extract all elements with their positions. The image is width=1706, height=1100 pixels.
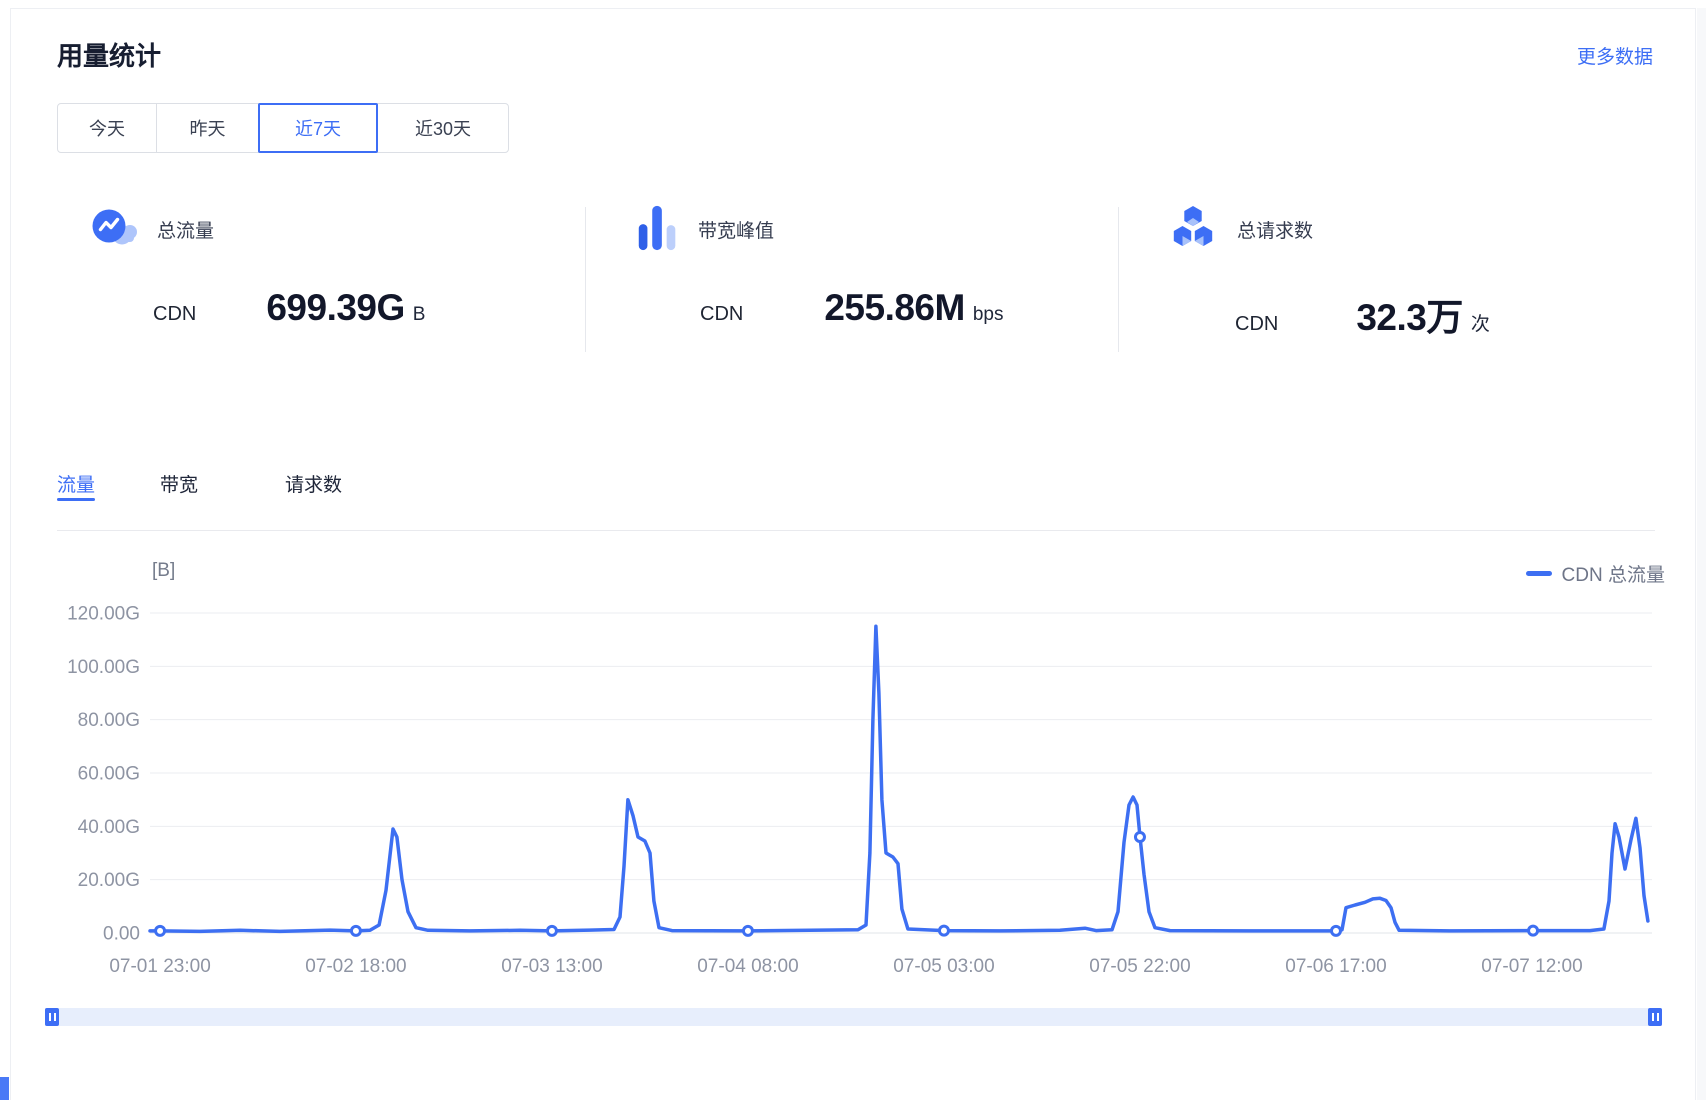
svg-text:07-02 18:00: 07-02 18:00	[305, 956, 406, 977]
svg-text:120.00G: 120.00G	[67, 604, 140, 625]
svg-text:0.00: 0.00	[103, 924, 140, 945]
usage-statistics-panel: 用量统计 更多数据 今天 昨天 近7天 近30天 总流量 CDN 699.39G	[0, 0, 1706, 1100]
handle-grip-icon	[49, 1013, 51, 1021]
svg-text:07-01 23:00: 07-01 23:00	[109, 956, 210, 977]
svg-text:40.00G: 40.00G	[78, 817, 140, 838]
handle-grip-icon	[54, 1013, 56, 1021]
svg-text:07-04 08:00: 07-04 08:00	[697, 956, 798, 977]
datazoom-slider[interactable]	[45, 1008, 1662, 1026]
svg-text:60.00G: 60.00G	[78, 764, 140, 785]
handle-grip-icon	[1652, 1013, 1654, 1021]
handle-grip-icon	[1657, 1013, 1659, 1021]
svg-text:07-05 03:00: 07-05 03:00	[893, 956, 994, 977]
svg-text:80.00G: 80.00G	[78, 710, 140, 731]
svg-text:07-05 22:00: 07-05 22:00	[1089, 956, 1190, 977]
datazoom-handle-right[interactable]	[1648, 1008, 1662, 1026]
range-tab-last7days[interactable]: 近7天	[258, 103, 378, 153]
svg-text:07-03 13:00: 07-03 13:00	[501, 956, 602, 977]
svg-text:07-07 12:00: 07-07 12:00	[1481, 956, 1582, 977]
usage-line-chart: 0.00 20.00G 40.00G 60.00G 80.00G 100.00G 120.0…	[0, 0, 1706, 1100]
svg-text:20.00G: 20.00G	[78, 870, 140, 891]
svg-text:100.00G: 100.00G	[67, 657, 140, 678]
datazoom-handle-left[interactable]	[45, 1008, 59, 1026]
svg-text:07-06 17:00: 07-06 17:00	[1285, 956, 1386, 977]
